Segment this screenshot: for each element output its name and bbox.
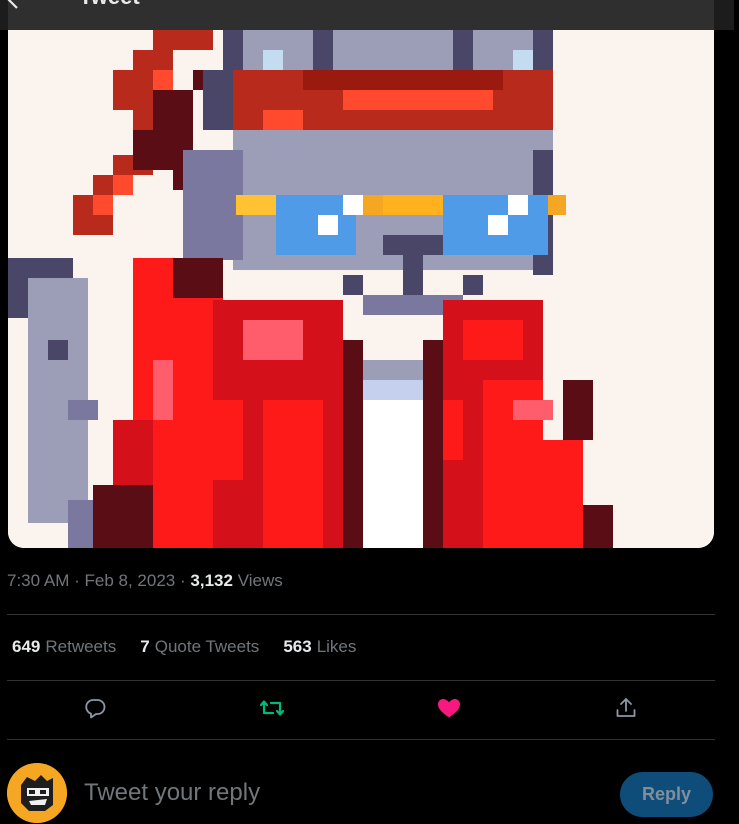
share-icon [614,696,638,725]
tweet-image[interactable] [8,0,714,548]
retweet-icon [259,696,285,725]
quotes-count: 7 [140,637,150,656]
views-count: 3,132 [190,571,233,590]
divider [7,614,715,615]
pixel-art-image [8,0,714,548]
share-action-button[interactable] [606,690,646,730]
retweets-label: Retweets [45,637,117,656]
views-label: Views [237,571,283,590]
like-action-button[interactable] [429,690,469,730]
reply-action-button[interactable] [75,690,115,730]
comment-icon [83,696,107,725]
quotes-label: Quote Tweets [154,637,260,656]
arrow-left-icon[interactable] [2,0,26,12]
action-bar [0,690,739,730]
reply-composer: Reply [0,760,739,824]
likes-count: 563 [283,637,312,656]
retweets-stat[interactable]: 649 Retweets [12,637,116,657]
avatar[interactable] [7,763,67,823]
divider [7,680,715,681]
divider [7,739,715,740]
tweet-date[interactable]: Feb 8, 2023 [85,571,176,590]
heart-icon [436,696,462,725]
tweet-meta: 7:30 AM · Feb 8, 2023 · 3,132 Views [7,571,283,591]
tweet-time[interactable]: 7:30 AM [7,571,69,590]
quote-tweets-stat[interactable]: 7 Quote Tweets [140,637,259,657]
likes-stat[interactable]: 563 Likes [283,637,356,657]
likes-label: Likes [316,637,357,656]
retweet-action-button[interactable] [252,690,292,730]
page-title: Tweet [79,0,140,10]
top-bar: Tweet [0,0,734,30]
engagement-stats: 649 Retweets 7 Quote Tweets 563 Likes [12,637,356,657]
reply-button[interactable]: Reply [620,772,713,817]
meta-separator: · [74,571,80,590]
meta-separator: · [180,571,186,590]
retweets-count: 649 [12,637,41,656]
reply-input[interactable] [84,776,584,810]
